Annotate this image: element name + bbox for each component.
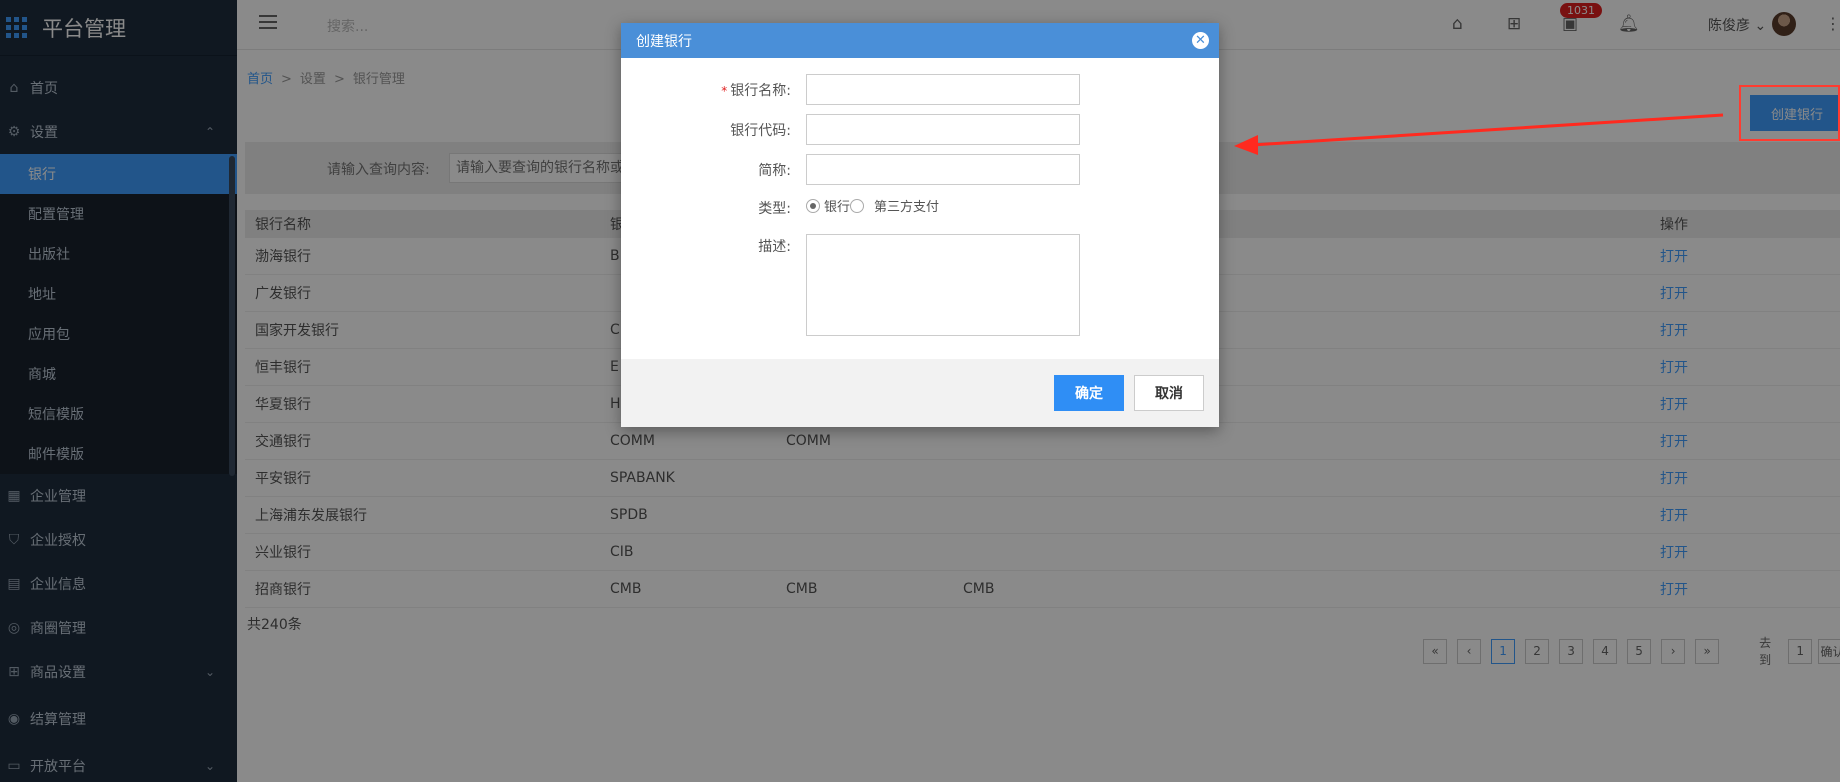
dialog-header: 创建银行 ✕	[621, 23, 1219, 58]
cancel-button[interactable]: 取消	[1134, 375, 1204, 411]
field-label-code: 银行代码:	[730, 123, 791, 139]
bank-code-input[interactable]	[806, 114, 1080, 145]
create-bank-dialog: 创建银行 ✕ * 银行名称: 银行代码: 简称: 类型: 银行 第三方支付 描述:…	[621, 23, 1219, 427]
close-icon[interactable]: ✕	[1192, 32, 1209, 49]
annotation-highlight-box	[1739, 85, 1840, 141]
bank-short-name-input[interactable]	[806, 154, 1080, 185]
field-label-name: * 银行名称:	[721, 83, 791, 99]
radio-third-party[interactable]	[850, 198, 865, 213]
field-label-short: 简称:	[758, 163, 791, 179]
radio-bank-label[interactable]: 银行	[824, 196, 850, 215]
type-radio-group: 银行 第三方支付	[806, 196, 939, 215]
required-mark: *	[721, 84, 728, 98]
field-label-desc: 描述:	[758, 239, 791, 255]
confirm-button[interactable]: 确定	[1054, 375, 1124, 411]
dialog-footer: 确定 取消	[621, 359, 1219, 427]
radio-third-party-label[interactable]: 第三方支付	[874, 196, 939, 215]
dialog-title: 创建银行	[636, 33, 692, 50]
bank-name-input[interactable]	[806, 74, 1080, 105]
radio-bank[interactable]	[806, 198, 820, 213]
description-textarea[interactable]	[806, 234, 1080, 336]
field-label-type: 类型:	[758, 201, 791, 217]
